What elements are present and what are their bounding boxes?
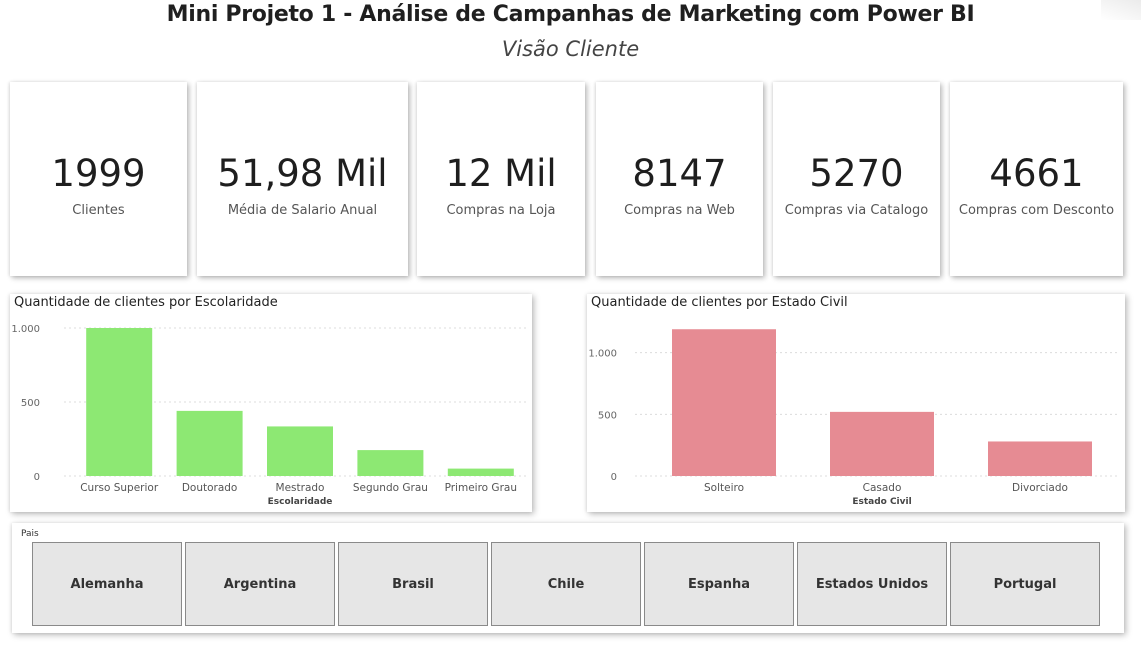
pais-slicer: Pais Alemanha Argentina Brasil Chile Espanha… [12, 523, 1124, 633]
bar-divorciado[interactable] [988, 441, 1092, 476]
chart-title: Quantidade de clientes por Escolaridade [14, 295, 278, 310]
kpi-card-desconto[interactable]: 4661 Compras com Desconto [950, 82, 1123, 276]
chart-estado-civil-svg: 0 500 1.000 Solteiro Casado Divorciado Estado … [588, 329, 1119, 507]
bar-doutorado[interactable] [176, 410, 243, 476]
kpi-label: Clientes [72, 203, 125, 218]
kpi-label: Compras com Desconto [958, 203, 1115, 218]
x-tick-label: Casado [863, 482, 902, 494]
y-tick-label: 0 [611, 472, 617, 483]
x-tick-label: Mestrado [276, 482, 325, 494]
x-tick-label: Doutorado [182, 482, 238, 494]
slicer-option-brasil[interactable]: Brasil [338, 542, 488, 626]
kpi-label: Compras na Web [624, 203, 735, 218]
chart-title: Quantidade de clientes por Estado Civil [591, 295, 848, 310]
bar-mestrado[interactable] [267, 426, 333, 476]
chart-escolaridade[interactable]: 0 500 1.000 Curso Superior Doutorado Mestrado… [10, 294, 532, 512]
kpi-value: 5270 [809, 152, 904, 195]
kpi-card-clientes[interactable]: 1999 Clientes [10, 82, 187, 276]
bar-segundo-grau[interactable] [357, 450, 424, 476]
slicer-options: Alemanha Argentina Brasil Chile Espanha Estad… [32, 542, 1100, 626]
y-tick-label: 500 [598, 410, 617, 421]
kpi-card-loja[interactable]: 12 Mil Compras na Loja [417, 82, 585, 276]
x-axis-title: Escolaridade [268, 497, 333, 507]
slicer-option-espanha[interactable]: Espanha [644, 542, 794, 626]
page-subtitle: Visão Cliente [501, 37, 640, 61]
page-title: Mini Projeto 1 - Análise de Campanhas de… [166, 2, 975, 27]
kpi-card-web[interactable]: 8147 Compras na Web [596, 82, 763, 276]
kpi-value: 1999 [51, 152, 146, 195]
slicer-option-argentina[interactable]: Argentina [185, 542, 335, 626]
slicer-label: Pais [21, 529, 39, 539]
bar-curso-superior[interactable] [86, 328, 153, 476]
kpi-card-catalogo[interactable]: 5270 Compras via Catalogo [773, 82, 940, 276]
y-tick-label: 1.000 [11, 324, 40, 335]
kpi-label: Média de Salario Anual [227, 203, 378, 218]
slicer-option-chile[interactable]: Chile [491, 542, 641, 626]
kpi-value: 12 Mil [445, 152, 557, 195]
slicer-option-alemanha[interactable]: Alemanha [32, 542, 182, 626]
x-tick-label: Primeiro Grau [445, 482, 517, 494]
x-tick-label: Segundo Grau [353, 482, 428, 494]
bar-primeiro-grau[interactable] [447, 468, 514, 476]
y-tick-label: 1.000 [588, 349, 617, 360]
kpi-value: 51,98 Mil [217, 152, 388, 195]
x-tick-label: Solteiro [704, 482, 744, 494]
kpi-label: Compras na Loja [446, 203, 556, 218]
slicer-option-estados-unidos[interactable]: Estados Unidos [797, 542, 947, 626]
kpi-value: 8147 [632, 152, 727, 195]
kpi-value: 4661 [989, 152, 1084, 195]
slicer-option-portugal[interactable]: Portugal [950, 542, 1100, 626]
x-axis-title: Estado Civil [852, 497, 911, 507]
chart-estado-civil[interactable]: 0 500 1.000 Solteiro Casado Divorciado Estado … [587, 294, 1125, 512]
chart-escolaridade-svg: 0 500 1.000 Curso Superior Doutorado Mestrado… [11, 324, 526, 507]
y-tick-label: 0 [34, 472, 40, 483]
kpi-card-salario[interactable]: 51,98 Mil Média de Salario Anual [197, 82, 408, 276]
bar-casado[interactable] [830, 411, 934, 476]
y-tick-label: 500 [21, 398, 40, 409]
x-tick-label: Divorciado [1012, 482, 1068, 494]
kpi-label: Compras via Catalogo [784, 203, 929, 218]
x-tick-label: Curso Superior [80, 482, 159, 494]
bar-solteiro[interactable] [672, 329, 776, 476]
